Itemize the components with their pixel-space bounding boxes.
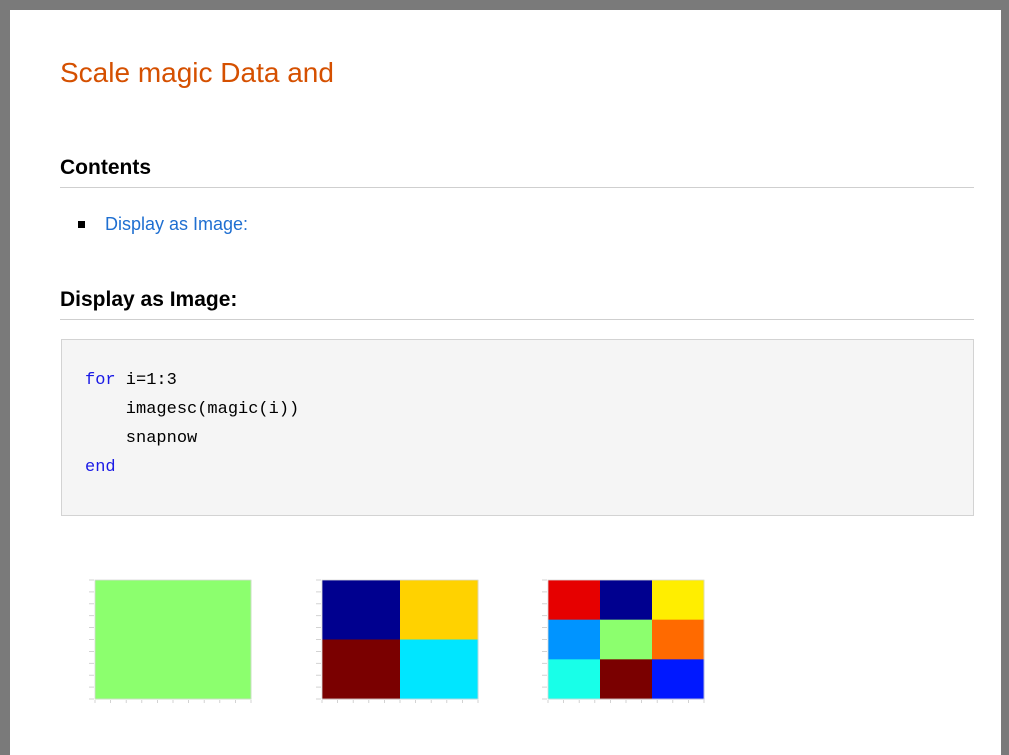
image-cell — [652, 619, 705, 660]
image-cell — [400, 639, 479, 700]
image-cell — [322, 580, 401, 640]
output-image-3 — [536, 575, 706, 705]
image-plot — [89, 579, 252, 703]
output-image-1 — [83, 575, 253, 705]
contents-heading: Contents — [60, 156, 974, 188]
toc-link-display-as-image[interactable]: Display as Image: — [105, 214, 248, 235]
code-line: imagesc(magic(i)) — [85, 395, 973, 424]
image-plot — [542, 579, 705, 703]
image-cell — [400, 580, 479, 640]
code-text: snapnow — [85, 429, 198, 448]
code-text: i=1:3 — [115, 371, 177, 390]
image-cell — [322, 639, 401, 700]
image-plot — [316, 579, 479, 703]
document-frame: Scale magic Data and Contents Display as… — [0, 0, 1009, 755]
image-cell — [600, 619, 653, 660]
section-heading: Display as Image: — [60, 288, 974, 320]
image-cell — [652, 659, 705, 700]
contents-list: Display as Image: — [78, 214, 248, 235]
image-cell — [600, 659, 653, 700]
code-text: imagesc(magic(i)) — [85, 400, 300, 419]
image-cell — [652, 580, 705, 621]
image-cell — [548, 619, 601, 660]
page-title: Scale magic Data and — [60, 57, 334, 88]
code-line: snapnow — [85, 424, 973, 453]
output-image-2 — [310, 575, 480, 705]
list-item: Display as Image: — [78, 214, 248, 235]
code-line: for i=1:3 — [85, 366, 973, 395]
code-block: for i=1:3 imagesc(magic(i)) snapnow end — [61, 339, 974, 516]
image-cell — [95, 580, 252, 700]
code-keyword: end — [85, 458, 116, 477]
image-cell — [600, 580, 653, 621]
code-line: end — [85, 453, 973, 482]
code-keyword: for — [85, 371, 116, 390]
bullet-icon — [78, 221, 85, 228]
image-cell — [548, 659, 601, 700]
image-cell — [548, 580, 601, 621]
